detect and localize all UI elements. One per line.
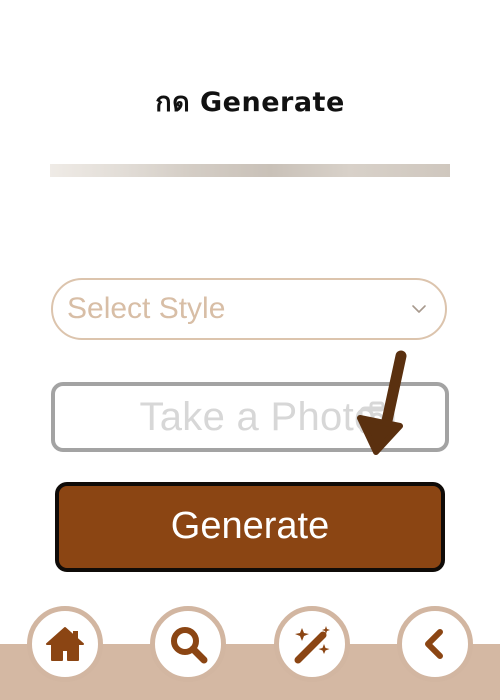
nav-search-button[interactable] — [150, 606, 226, 682]
select-style-dropdown[interactable]: Select Style — [51, 278, 447, 340]
chevron-down-icon — [411, 301, 427, 317]
page: กด Generate Select Style Take a Photo Ge… — [0, 0, 500, 700]
generate-button[interactable]: Generate — [55, 482, 445, 572]
nav-back-button[interactable] — [397, 606, 473, 682]
take-photo-label: Take a Photo — [139, 394, 377, 439]
back-chevron-icon — [425, 629, 443, 659]
instruction-title: กด Generate — [155, 87, 345, 118]
select-style-label: Select Style — [67, 292, 226, 325]
generate-button-label: Generate — [170, 504, 330, 547]
camera-icon — [357, 400, 397, 436]
take-photo-button[interactable]: Take a Photo — [51, 382, 449, 452]
nav-magic-button[interactable] — [274, 606, 350, 682]
magic-wand-icon — [294, 626, 330, 664]
search-icon — [171, 627, 208, 664]
nav-home-button[interactable] — [27, 606, 103, 682]
home-icon — [46, 627, 84, 661]
photo-preview — [50, 164, 450, 177]
